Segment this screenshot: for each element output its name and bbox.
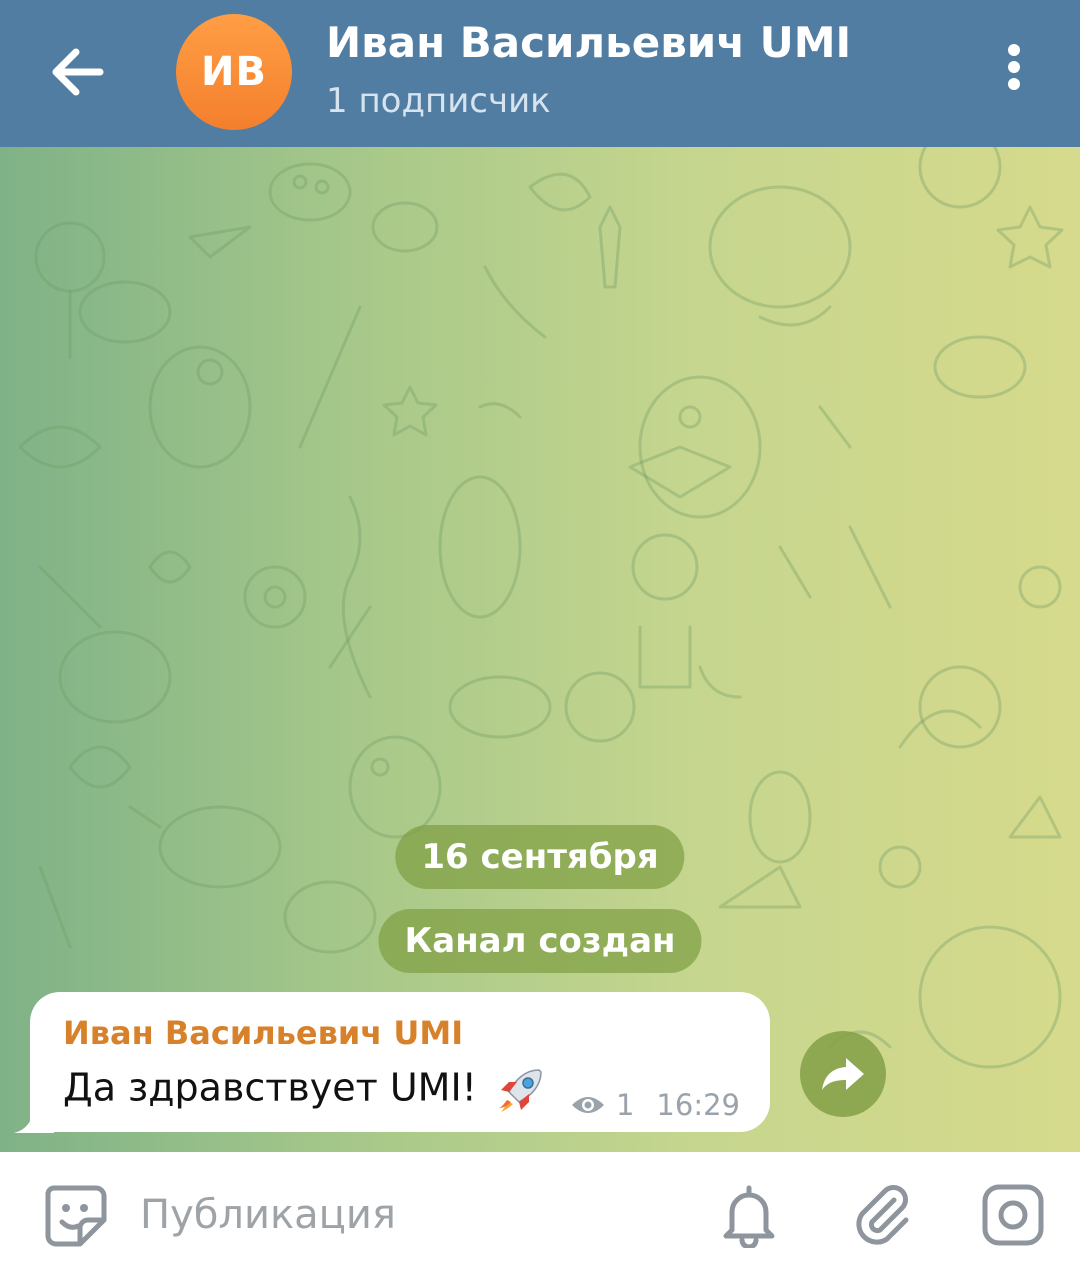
subscriber-count: 1 подписчик	[326, 81, 551, 121]
camera-icon[interactable]	[980, 1182, 1046, 1248]
chat-header: ИВ Иван Васильевич UMI 1 подписчик	[0, 0, 1080, 147]
paperclip-icon[interactable]	[850, 1182, 916, 1248]
message-author[interactable]: Иван Васильевич UMI	[63, 1014, 463, 1052]
channel-title[interactable]: Иван Васильевич UMI	[326, 18, 851, 67]
date-separator: 16 сентября	[395, 825, 685, 889]
view-count: 1	[615, 1088, 635, 1122]
avatar[interactable]: ИВ	[176, 14, 292, 130]
message-meta: 1 16:29	[570, 1088, 740, 1122]
rocket-emoji	[498, 1069, 542, 1112]
avatar-initials: ИВ	[201, 49, 267, 95]
service-message: Канал создан	[378, 909, 702, 973]
chat-area[interactable]: 16 сентября Канал создан Иван Васильевич…	[0, 147, 1080, 1152]
composer-bar: Публикация	[0, 1152, 1080, 1281]
message-input[interactable]: Публикация	[140, 1192, 396, 1238]
more-vertical-icon[interactable]	[994, 44, 1034, 100]
bell-icon[interactable]	[716, 1182, 782, 1248]
message-time: 16:29	[656, 1088, 740, 1122]
arrow-left-icon[interactable]	[42, 40, 112, 104]
sticker-icon[interactable]	[42, 1182, 108, 1248]
message-text-row: Да здравствует UMI!	[63, 1064, 547, 1116]
share-button[interactable]	[800, 1031, 886, 1117]
message-bubble[interactable]: Иван Васильевич UMI Да здравствует UMI! …	[30, 992, 770, 1132]
share-icon	[822, 1058, 864, 1090]
message-text: Да здравствует UMI!	[63, 1065, 477, 1110]
eye-icon	[571, 1097, 604, 1113]
